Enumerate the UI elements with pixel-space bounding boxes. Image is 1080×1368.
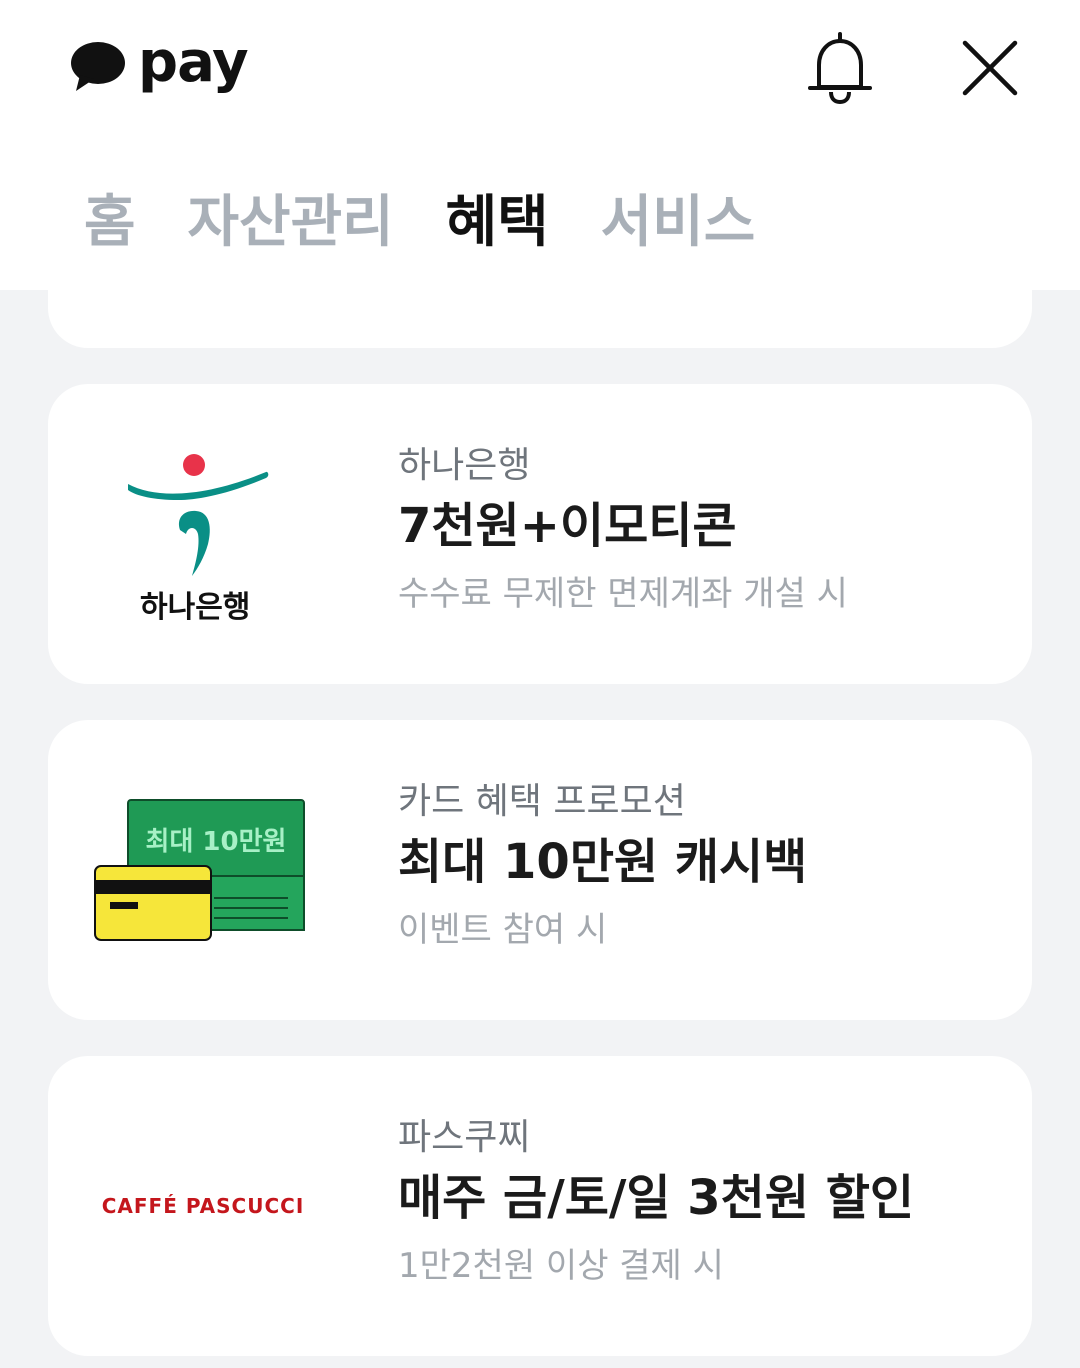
- benefit-condition: 수수료 무제한 면제계좌 개설 시: [398, 574, 848, 614]
- benefit-text: 파스쿠찌 매주 금/토/일 3천원 할인 1만2천원 이상 결제 시: [398, 1116, 914, 1288]
- benefit-card-pascucci[interactable]: CAFFÉ PASCUCCI 파스쿠찌 매주 금/토/일 3천원 할인 1만2천…: [48, 1056, 1032, 1356]
- app-header: pay 홈 자산관리 혜택 서비스: [0, 0, 1080, 290]
- benefit-card-card-promotion[interactable]: 최대 10만원 카드 혜택 프로모션 최대 10만원 캐시백 이벤트 참여 시: [48, 720, 1032, 1020]
- bell-icon: [808, 32, 872, 105]
- cash-and-card-icon: 최대 10만원: [94, 799, 305, 941]
- pascucci-logo: CAFFÉ PASCUCCI: [88, 1106, 318, 1306]
- benefit-condition: 1만2천원 이상 결제 시: [398, 1246, 724, 1286]
- app-name: pay: [138, 30, 249, 95]
- benefit-title: 매주 금/토/일 3천원 할인: [398, 1170, 915, 1226]
- benefit-card-hana[interactable]: 하나은행 하나은행 7천원+이모티콘 수수료 무제한 면제계좌 개설 시: [48, 384, 1032, 684]
- benefit-provider: 하나은행: [398, 445, 531, 486]
- cash-banner-text: 최대 10만원: [146, 827, 287, 857]
- notification-button[interactable]: [802, 28, 878, 108]
- hana-bank-logo-text: 하나은행: [140, 590, 251, 625]
- hana-bank-symbol-icon: [128, 454, 269, 576]
- benefit-provider: 카드 혜택 프로모션: [398, 781, 686, 822]
- pascucci-logo-text: CAFFÉ PASCUCCI: [101, 1194, 305, 1218]
- kakao-speech-bubble-icon: [71, 42, 125, 91]
- card-cashback-illustration: 최대 10만원: [88, 770, 318, 970]
- benefit-provider: 파스쿠찌: [398, 1117, 531, 1158]
- benefit-title: 최대 10만원 캐시백: [398, 834, 808, 890]
- previous-benefit-card[interactable]: [48, 250, 1032, 348]
- benefit-title: 7천원+이모티콘: [398, 498, 737, 554]
- benefit-text: 카드 혜택 프로모션 최대 10만원 캐시백 이벤트 참여 시: [398, 780, 807, 952]
- hana-bank-logo: 하나은행: [88, 434, 318, 634]
- close-button[interactable]: [952, 28, 1028, 108]
- benefit-text: 하나은행 7천원+이모티콘 수수료 무제한 면제계좌 개설 시: [398, 444, 848, 616]
- benefit-condition: 이벤트 참여 시: [398, 910, 608, 950]
- app-logo: pay: [70, 30, 249, 102]
- close-icon: [962, 40, 1018, 96]
